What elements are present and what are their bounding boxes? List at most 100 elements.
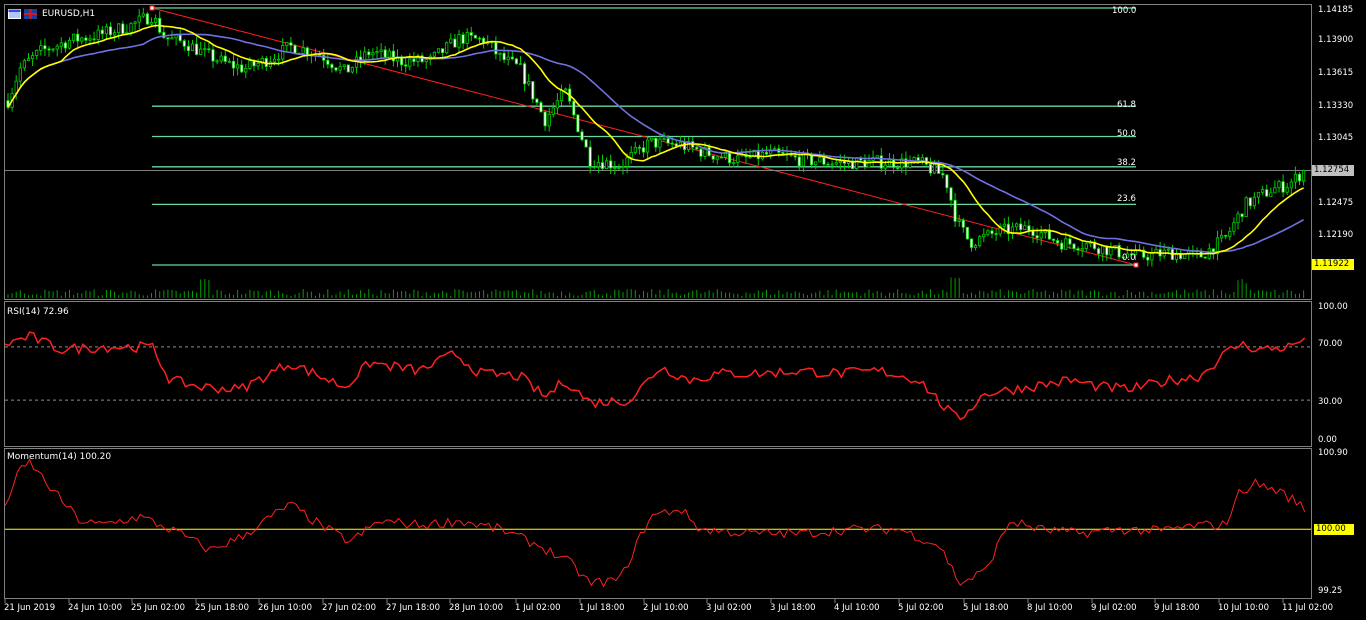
momentum-level-tag: 100.00 (1314, 524, 1354, 535)
candle-body (1289, 181, 1293, 189)
candle-body (695, 146, 699, 150)
candle-body (629, 152, 633, 158)
candle-body (1252, 196, 1256, 207)
candle-body (72, 33, 76, 41)
candle-body (514, 58, 519, 65)
candle-body (613, 167, 617, 170)
candle-body (654, 137, 658, 148)
time-tick-label: 5 Jul 02:00 (898, 603, 944, 613)
candle-body (580, 131, 584, 141)
candle-body (949, 187, 953, 201)
time-tick-label: 4 Jul 10:00 (834, 603, 880, 613)
time-tick-label: 8 Jul 10:00 (1027, 603, 1073, 613)
candle-body (145, 13, 149, 25)
candle-body (178, 34, 182, 42)
candle-body (117, 23, 121, 33)
price-tick: 1.13900 (1318, 35, 1354, 45)
candle-body (174, 34, 178, 39)
candle-body (387, 50, 391, 58)
candle-body (674, 143, 678, 147)
candle-body (814, 161, 818, 166)
candle-body (367, 51, 371, 56)
time-tick-label: 9 Jul 18:00 (1154, 603, 1200, 613)
candle-body (330, 64, 334, 69)
candle-body (535, 98, 539, 103)
candle-body (1228, 230, 1232, 237)
candle-body (621, 165, 625, 168)
time-tick-label: 1 Jul 18:00 (579, 603, 625, 613)
candle-body (699, 148, 703, 157)
candle-body (1002, 223, 1006, 227)
candle-body (1293, 173, 1297, 183)
time-tick-label: 27 Jun 18:00 (386, 603, 440, 613)
candle-body (477, 37, 482, 40)
candle-body (555, 100, 560, 109)
momentum-panel-frame (4, 448, 1312, 599)
price-tick: 1.13615 (1318, 68, 1354, 78)
candle-body (1297, 173, 1302, 182)
candle-body (76, 33, 80, 42)
candle-body (289, 42, 293, 46)
candle-body (818, 157, 822, 163)
price-tick: 1.13330 (1318, 101, 1354, 111)
time-tick-label: 28 Jun 10:00 (449, 603, 503, 613)
candle-body (945, 174, 949, 189)
candle-body (375, 51, 379, 54)
time-tick-label: 3 Jul 18:00 (770, 603, 816, 613)
candle-body (219, 55, 223, 62)
candle-body (141, 13, 145, 17)
candle-body (1019, 223, 1023, 231)
candle-body (276, 58, 281, 61)
candle-body (346, 64, 350, 73)
candle-body (531, 81, 535, 100)
candle-body (658, 138, 662, 148)
candle-body (707, 146, 711, 157)
rsi-label: RSI(14) 72.96 (7, 307, 69, 317)
candle-body (445, 42, 449, 54)
candle-body (80, 37, 84, 42)
candle-body (539, 102, 543, 113)
candle-body (1244, 197, 1248, 217)
candle-body (203, 48, 207, 51)
price-tick: 1.12475 (1318, 198, 1354, 208)
fib-level-label: 61.8 (1117, 100, 1136, 110)
price-tick: 1.12190 (1318, 230, 1354, 240)
flag-icon (24, 9, 37, 19)
candle-body (662, 138, 666, 141)
candle-body (1060, 242, 1064, 250)
chart-canvas[interactable] (0, 0, 1366, 620)
candle-body (326, 59, 330, 65)
candle-body (781, 151, 785, 155)
candle-body (838, 160, 842, 164)
rsi-panel-frame (4, 301, 1312, 447)
candle-body (22, 60, 27, 69)
candle-body (834, 162, 838, 165)
candle-body (194, 43, 199, 55)
candle-body (764, 151, 769, 155)
candle-body (461, 34, 465, 44)
time-tick-label: 5 Jul 18:00 (963, 603, 1009, 613)
price-tick: 1.13045 (1318, 133, 1354, 143)
candle-body (1146, 256, 1150, 261)
low-price-tag: 1.11922 (1312, 259, 1354, 270)
candle-body (715, 156, 719, 160)
rsi-tick: 70.00 (1318, 339, 1343, 349)
candle-body (961, 219, 965, 228)
candle-body (1109, 247, 1113, 256)
candle-body (986, 230, 990, 235)
candle-body (30, 55, 35, 60)
candle-body (1084, 243, 1088, 249)
candle-body (1023, 225, 1027, 231)
candle-body (293, 44, 297, 54)
candle-body (527, 81, 531, 85)
candle-body (793, 155, 797, 158)
time-tick-label: 27 Jun 02:00 (322, 603, 376, 613)
candle-body (92, 38, 96, 41)
candle-body (842, 160, 847, 164)
time-tick-label: 2 Jul 10:00 (643, 603, 689, 613)
candle-body (875, 155, 879, 159)
candle-body (100, 29, 104, 35)
candle-body (182, 40, 186, 47)
candle-body (1056, 240, 1060, 244)
time-tick-label: 11 Jul 02:00 (1282, 603, 1333, 613)
